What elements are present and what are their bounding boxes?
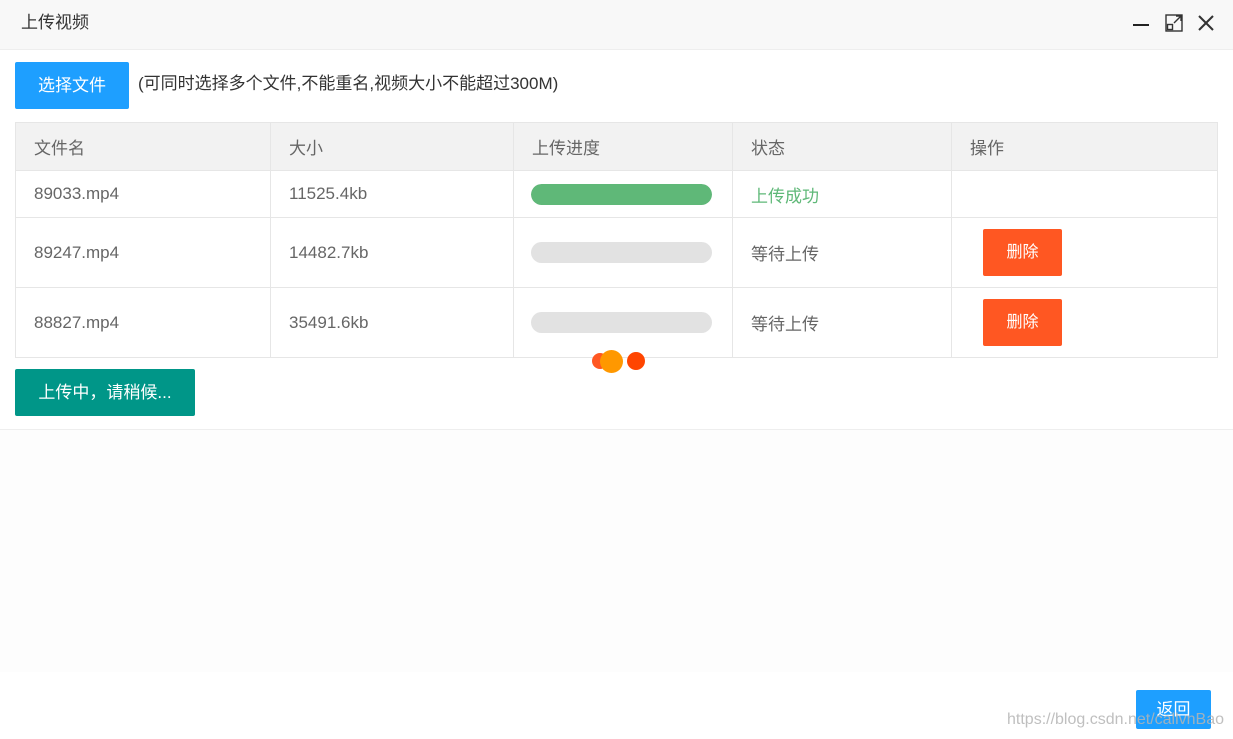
delete-button[interactable]: 删除 — [983, 299, 1062, 346]
upload-status: 上传成功 — [732, 170, 952, 218]
table-row: 88827.mp4 35491.6kb 等待上传 删除 — [15, 287, 1218, 358]
table-row: 89247.mp4 14482.7kb 等待上传 删除 — [15, 217, 1218, 288]
progress-cell — [513, 170, 733, 218]
file-name: 88827.mp4 — [15, 287, 271, 358]
header-progress: 上传进度 — [513, 122, 733, 171]
upload-status: 等待上传 — [732, 287, 952, 358]
progress-cell — [513, 287, 733, 358]
progress-bar — [531, 183, 712, 205]
progress-fill — [531, 183, 712, 205]
file-name: 89033.mp4 — [15, 170, 271, 218]
title-bar: 上传视频 — [0, 0, 1233, 50]
file-table: 文件名 大小 上传进度 状态 操作 89033.mp4 11525.4kb 上传… — [15, 122, 1218, 358]
progress-cell — [513, 217, 733, 288]
upload-hint: (可同时选择多个文件,不能重名,视频大小不能超过300M) — [138, 74, 559, 93]
loader-dot — [627, 352, 645, 370]
upload-status: 等待上传 — [732, 217, 952, 288]
header-filename: 文件名 — [15, 122, 271, 171]
select-file-button[interactable]: 选择文件 — [15, 62, 129, 109]
uploading-button[interactable]: 上传中，请稍候... — [15, 369, 195, 416]
content-area — [0, 430, 1233, 672]
progress-bar — [531, 242, 712, 263]
header-action: 操作 — [951, 122, 1218, 171]
file-name: 89247.mp4 — [15, 217, 271, 288]
file-size: 14482.7kb — [270, 217, 514, 288]
window-title: 上传视频 — [21, 13, 89, 32]
minimize-icon[interactable] — [1132, 14, 1150, 32]
header-size: 大小 — [270, 122, 514, 171]
loading-spinner — [592, 349, 652, 373]
file-size: 11525.4kb — [270, 170, 514, 218]
watermark: https://blog.csdn.net/callvnBao — [1007, 711, 1225, 728]
delete-button[interactable]: 删除 — [983, 229, 1062, 276]
maximize-icon[interactable] — [1165, 14, 1183, 32]
close-icon[interactable] — [1197, 14, 1215, 32]
action-cell: 删除 — [951, 217, 1218, 288]
progress-bar — [531, 312, 712, 333]
file-size: 35491.6kb — [270, 287, 514, 358]
action-cell: 删除 — [951, 287, 1218, 358]
action-cell — [951, 170, 1218, 218]
table-header-row: 文件名 大小 上传进度 状态 操作 — [15, 122, 1218, 171]
loader-dot — [600, 350, 623, 373]
header-status: 状态 — [732, 122, 952, 171]
table-row: 89033.mp4 11525.4kb 上传成功 — [15, 170, 1218, 218]
